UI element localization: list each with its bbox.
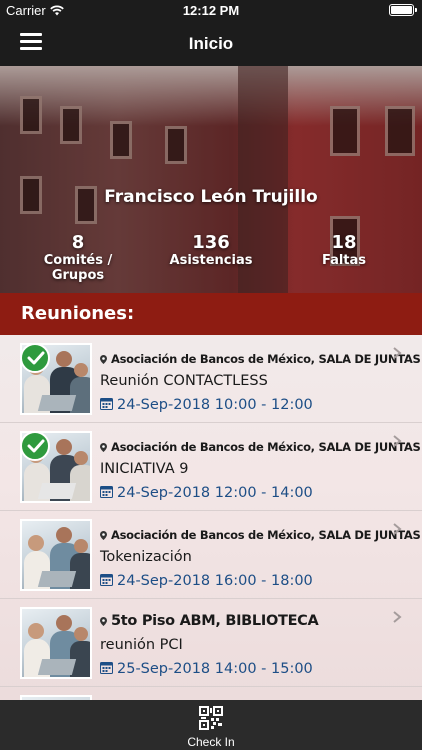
chevron-right-icon — [393, 435, 402, 447]
stat-value: 8 — [71, 232, 85, 253]
pin-icon — [100, 443, 107, 452]
location-text: Asociación de Bancos de México, SALA DE … — [111, 528, 422, 542]
meeting-location: Asociación de Bancos de México, SALA DE … — [100, 440, 422, 454]
status-time: 12:12 PM — [182, 3, 240, 18]
meeting-title: INICIATIVA 9 — [100, 461, 189, 477]
battery-icon — [389, 4, 417, 16]
list-item[interactable] — [0, 687, 422, 700]
meetings-list[interactable]: Asociación de Bancos de México, SALA DE … — [0, 335, 422, 700]
meeting-location: Asociación de Bancos de México, SALA DE … — [100, 528, 422, 542]
stat-label: Faltas — [321, 253, 367, 268]
meeting-title: reunión PCI — [100, 637, 183, 653]
meeting-title: Reunión CONTACTLESS — [100, 373, 268, 389]
pin-icon — [100, 355, 107, 364]
date-text: 24-Sep-2018 12:00 - 14:00 — [117, 485, 313, 501]
meeting-date: 24-Sep-2018 12:00 - 14:00 — [100, 485, 313, 501]
navigation-bar: Inicio — [0, 22, 422, 66]
meeting-thumbnail — [20, 519, 92, 591]
chevron-right-icon — [393, 611, 402, 623]
stat-committees: 8 Comités / Grupos — [18, 232, 138, 283]
calendar-icon — [100, 574, 113, 586]
date-text: 24-Sep-2018 10:00 - 12:00 — [117, 397, 313, 413]
page-title: Inicio — [188, 34, 234, 53]
qr-code-icon[interactable] — [199, 706, 223, 730]
check-in-label[interactable]: Check In — [0, 735, 422, 749]
pin-icon — [100, 616, 107, 626]
stat-absences: 18 Faltas — [304, 232, 384, 268]
calendar-icon — [100, 398, 113, 410]
calendar-icon — [100, 486, 113, 498]
stat-label: Asistencias — [169, 253, 253, 268]
check-icon — [20, 431, 50, 461]
list-item[interactable]: Asociación de Bancos de México, SALA DE … — [0, 511, 422, 599]
check-icon — [20, 343, 50, 373]
meeting-date: 24-Sep-2018 10:00 - 12:00 — [100, 397, 313, 413]
date-text: 24-Sep-2018 16:00 - 18:00 — [117, 573, 313, 589]
meeting-date: 24-Sep-2018 16:00 - 18:00 — [100, 573, 313, 589]
tab-bar: Check In — [0, 700, 422, 750]
stat-value: 136 — [192, 232, 230, 253]
chevron-right-icon — [393, 347, 402, 359]
chevron-right-icon — [393, 523, 402, 535]
date-text: 25-Sep-2018 14:00 - 15:00 — [117, 661, 313, 677]
list-item[interactable]: 5to Piso ABM, BIBLIOTECA reunión PCI 25-… — [0, 599, 422, 687]
meeting-location: 5to Piso ABM, BIBLIOTECA — [100, 613, 319, 629]
stat-attendance: 136 Asistencias — [166, 232, 256, 268]
location-text: Asociación de Bancos de México, SALA DE … — [111, 440, 422, 454]
list-item[interactable]: Asociación de Bancos de México, SALA DE … — [0, 423, 422, 511]
profile-hero: Francisco León Trujillo 8 Comités / Grup… — [0, 66, 422, 293]
meeting-thumbnail — [20, 607, 92, 679]
stat-value: 18 — [331, 232, 357, 253]
stat-label: Comités / Grupos — [43, 253, 113, 283]
user-name: Francisco León Trujillo — [104, 187, 318, 207]
meeting-location: Asociación de Bancos de México, SALA DE … — [100, 352, 422, 366]
location-text: Asociación de Bancos de México, SALA DE … — [111, 352, 422, 366]
list-item[interactable]: Asociación de Bancos de México, SALA DE … — [0, 335, 422, 423]
meeting-date: 25-Sep-2018 14:00 - 15:00 — [100, 661, 313, 677]
section-header: Reuniones: — [0, 293, 422, 335]
meeting-title: Tokenización — [100, 549, 192, 565]
section-title: Reuniones: — [21, 303, 135, 324]
calendar-icon — [100, 662, 113, 674]
location-text: 5to Piso ABM, BIBLIOTECA — [111, 613, 319, 629]
status-bar: Carrier 12:12 PM — [0, 0, 422, 22]
pin-icon — [100, 531, 107, 540]
